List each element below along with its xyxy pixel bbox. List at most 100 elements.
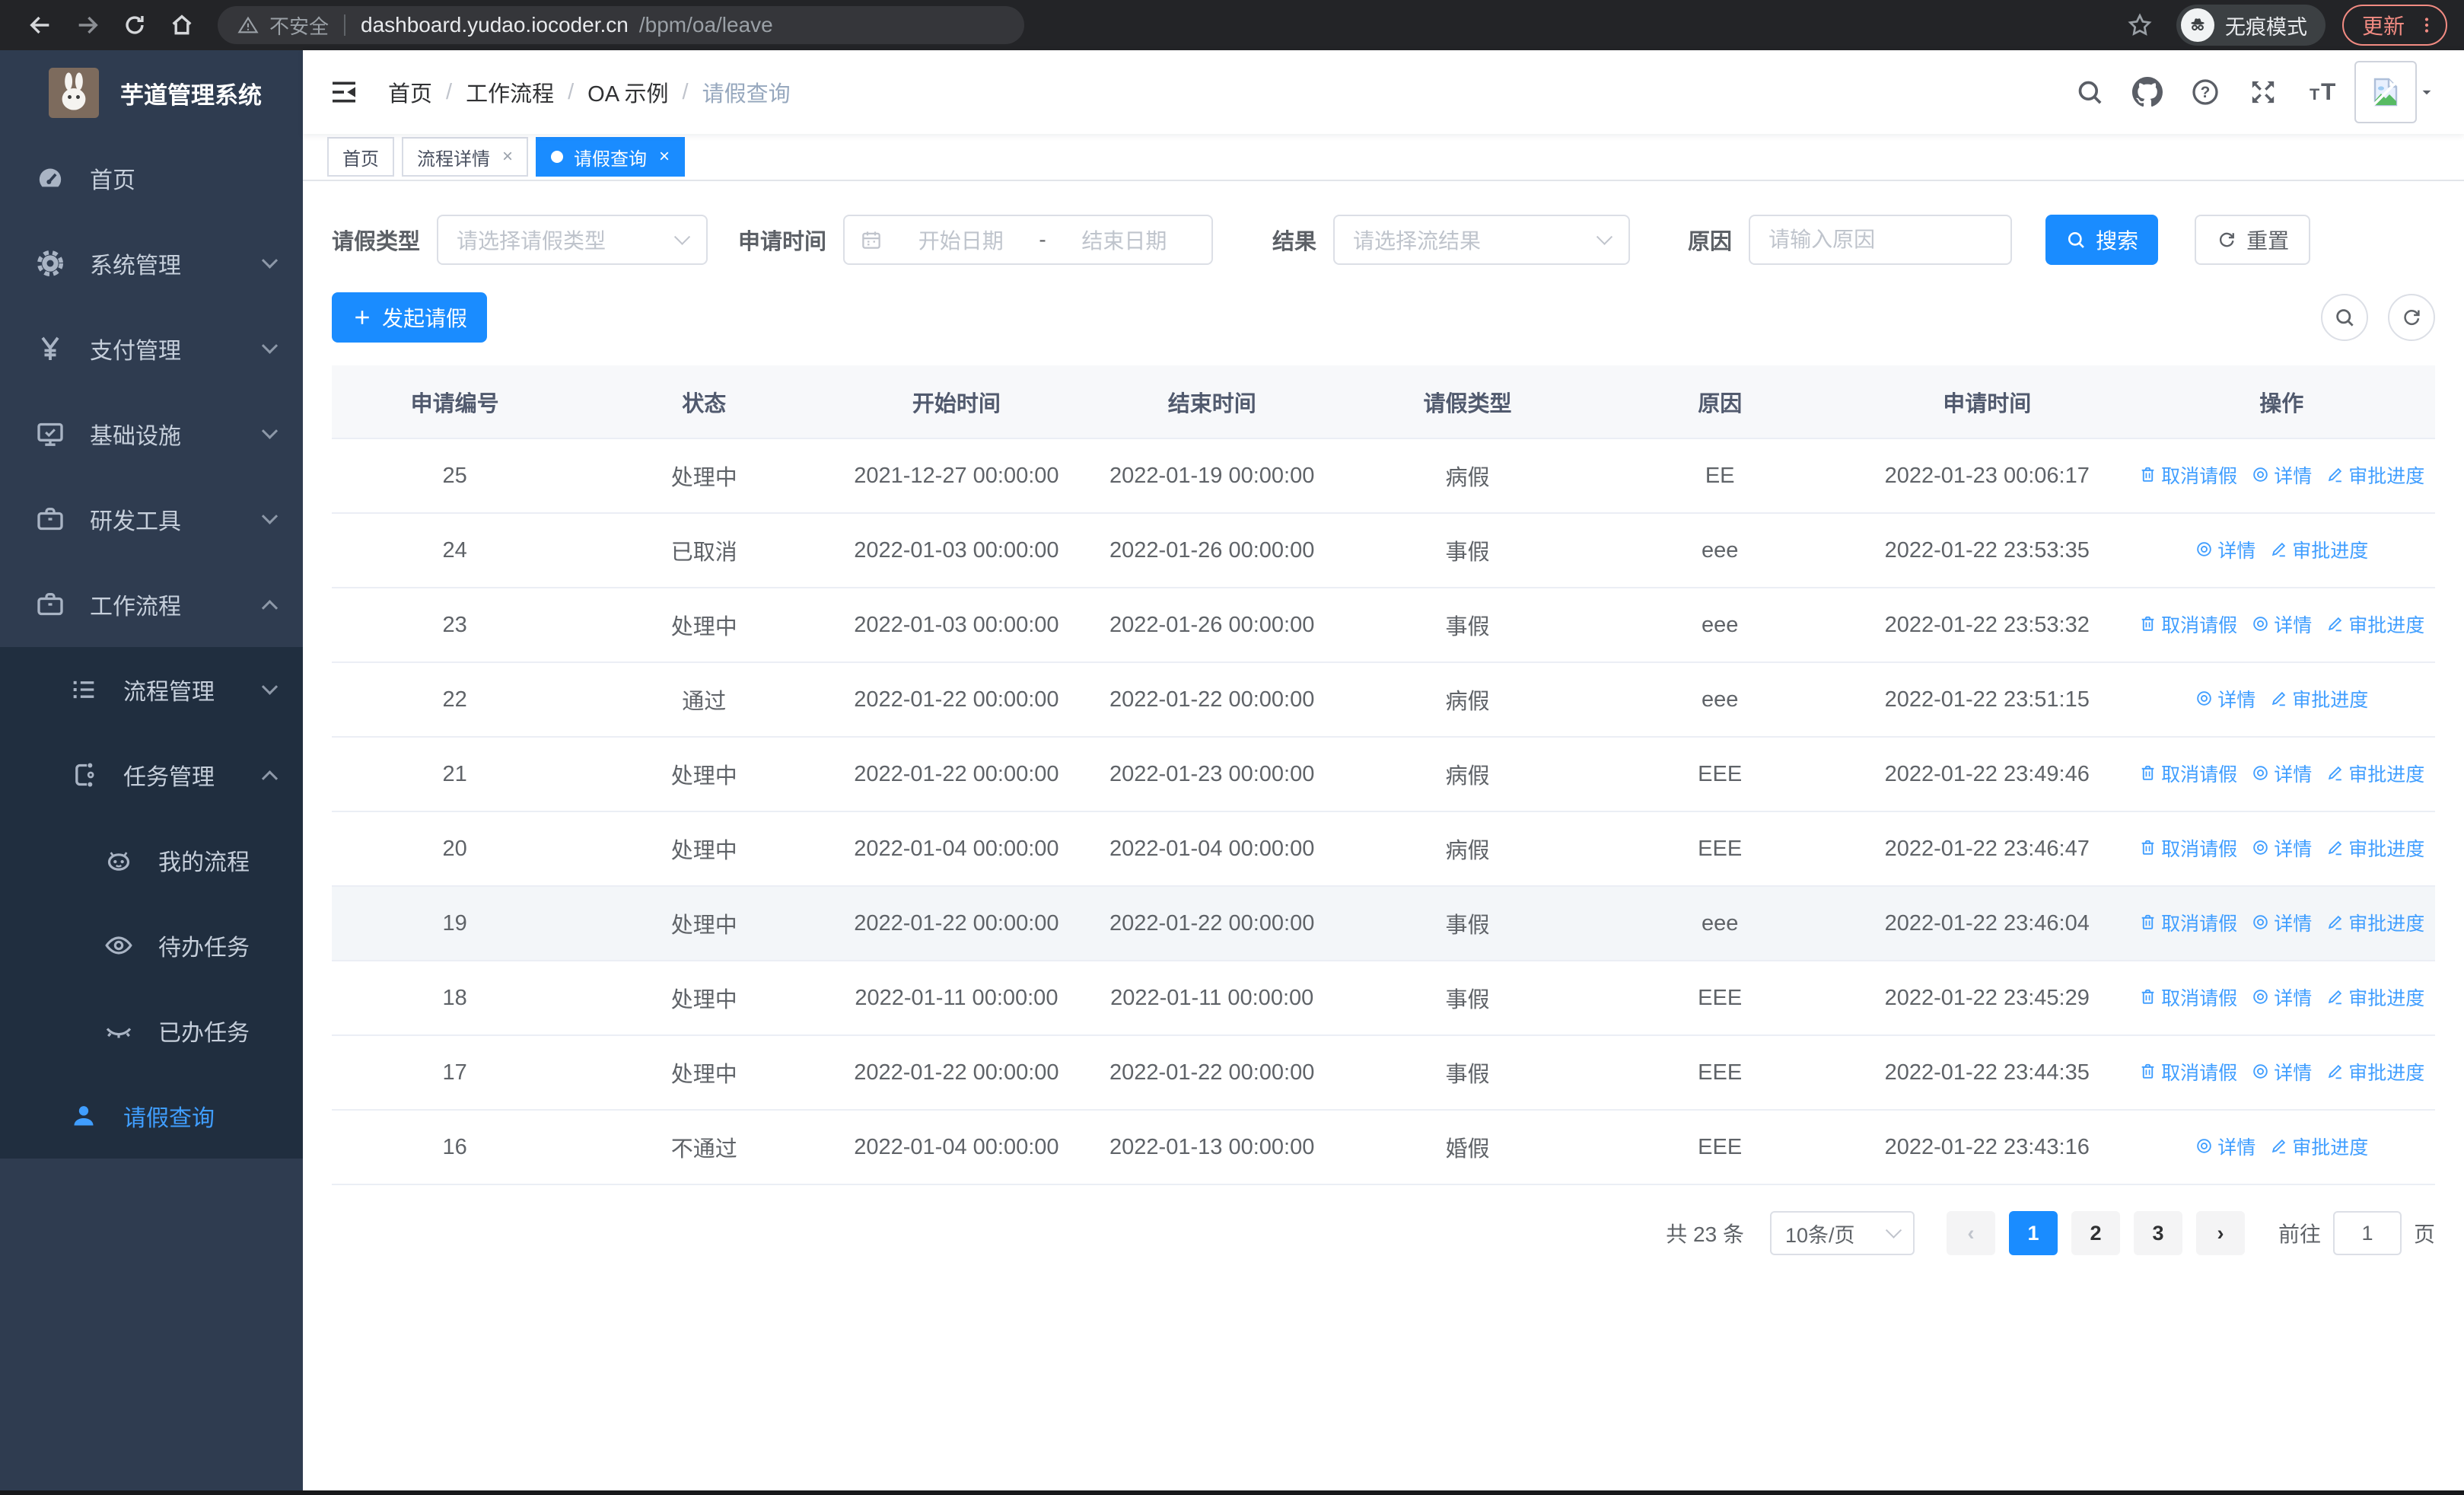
avatar[interactable] — [2354, 61, 2417, 123]
app-logo[interactable]: 芋道管理系统 — [0, 50, 303, 135]
forward-icon[interactable] — [64, 5, 111, 46]
flow-icon — [68, 760, 99, 790]
date-separator: - — [1039, 228, 1046, 251]
action-detail-link[interactable]: 详情 — [2251, 610, 2312, 638]
font-size-icon[interactable]: TT — [2306, 77, 2344, 107]
cell-id: 17 — [332, 1035, 578, 1111]
action-detail-link[interactable]: 详情 — [2195, 536, 2255, 563]
tab-请假查询[interactable]: 请假查询 × — [536, 137, 686, 177]
bookmark-star-icon[interactable] — [2126, 11, 2154, 39]
action-progress-link[interactable]: 审批进度 — [2269, 1133, 2368, 1160]
fullscreen-icon[interactable] — [2248, 77, 2278, 107]
sidebar-item-请假查询[interactable]: 请假查询 — [0, 1073, 303, 1159]
sidebar-item-已办任务[interactable]: 已办任务 — [0, 988, 303, 1073]
goto-page-input[interactable] — [2332, 1211, 2402, 1255]
result-label: 结果 — [1272, 230, 1317, 254]
leave-type-select[interactable]: 请选择请假类型 — [437, 215, 708, 265]
tab-流程详情[interactable]: 流程详情 × — [402, 137, 529, 177]
reason-input[interactable] — [1749, 215, 2013, 265]
goto-label: 前往 — [2278, 1222, 2321, 1246]
tab-首页[interactable]: 首页 — [327, 137, 394, 177]
action-detail-link[interactable]: 详情 — [2251, 1058, 2312, 1085]
sidebar-item-任务管理[interactable]: 任务管理 — [0, 732, 303, 818]
action-cancel-link[interactable]: 取消请假 — [2138, 834, 2237, 862]
cell-apply-time: 2022-01-22 23:53:35 — [1846, 513, 2128, 588]
url-path: /bpm/oa/leave — [638, 13, 773, 37]
prev-page-button[interactable]: ‹ — [1946, 1211, 1995, 1255]
refresh-table-button[interactable] — [2388, 294, 2435, 341]
action-progress-link[interactable]: 审批进度 — [2326, 834, 2424, 862]
action-detail-link[interactable]: 详情 — [2251, 909, 2312, 936]
chevron-down-icon[interactable] — [2417, 82, 2437, 102]
plus-icon — [352, 307, 373, 328]
sidebar-item-我的流程[interactable]: 我的流程 — [0, 818, 303, 903]
action-progress-link[interactable]: 审批进度 — [2269, 685, 2368, 712]
action-detail-link[interactable]: 详情 — [2251, 834, 2312, 862]
hamburger-icon[interactable] — [327, 77, 361, 107]
action-progress-link[interactable]: 审批进度 — [2326, 610, 2424, 638]
reset-button[interactable]: 重置 — [2195, 215, 2311, 265]
page-size-select[interactable]: 10条/页 — [1769, 1211, 1915, 1255]
cell-id: 24 — [332, 513, 578, 588]
action-progress-link[interactable]: 审批进度 — [2326, 1058, 2424, 1085]
help-icon[interactable]: ? — [2190, 77, 2220, 107]
sidebar-item-工作流程[interactable]: 工作流程 — [0, 562, 303, 647]
next-page-button[interactable]: › — [2195, 1211, 2245, 1255]
table-tools — [2321, 294, 2435, 341]
action-progress-link[interactable]: 审批进度 — [2269, 536, 2368, 563]
action-detail-link[interactable]: 详情 — [2195, 1133, 2255, 1160]
back-icon[interactable] — [17, 5, 64, 46]
action-progress-link[interactable]: 审批进度 — [2326, 461, 2424, 489]
action-cancel-link[interactable]: 取消请假 — [2138, 610, 2237, 638]
sidebar-item-系统管理[interactable]: 系统管理 — [0, 221, 303, 306]
detail-icon — [2251, 838, 2270, 857]
sidebar-item-支付管理[interactable]: 支付管理 — [0, 306, 303, 391]
action-progress-link[interactable]: 审批进度 — [2326, 983, 2424, 1011]
page-button-2[interactable]: 2 — [2071, 1211, 2120, 1255]
action-cancel-link[interactable]: 取消请假 — [2138, 760, 2237, 787]
breadcrumb-item[interactable]: OA 示例 — [587, 76, 668, 108]
update-button[interactable]: 更新 — [2341, 5, 2447, 46]
page-content: 请假类型 请选择请假类型 申请时间 开始日期 - 结束日期 结果 请选择流结果 — [303, 181, 2464, 1490]
page-button-1[interactable]: 1 — [2008, 1211, 2058, 1255]
sidebar-item-首页[interactable]: 首页 — [0, 135, 303, 221]
address-bar[interactable]: 不安全 dashboard.yudao.iocoder.cn/bpm/oa/le… — [218, 6, 1024, 44]
search-button[interactable]: 搜索 — [2045, 215, 2159, 265]
pen-icon — [2326, 987, 2345, 1006]
action-progress-link[interactable]: 审批进度 — [2326, 909, 2424, 936]
cell-id: 25 — [332, 438, 578, 514]
sidebar-item-研发工具[interactable]: 研发工具 — [0, 477, 303, 562]
result-select[interactable]: 请选择流结果 — [1333, 215, 1631, 265]
sidebar-item-基础设施[interactable]: 基础设施 — [0, 391, 303, 477]
breadcrumb-item[interactable]: 工作流程 — [466, 76, 554, 108]
action-cancel-link[interactable]: 取消请假 — [2138, 909, 2237, 936]
home-icon[interactable] — [158, 5, 205, 46]
action-cancel-link[interactable]: 取消请假 — [2138, 983, 2237, 1011]
browser-menu-icon[interactable] — [2415, 14, 2438, 37]
sidebar-item-待办任务[interactable]: 待办任务 — [0, 903, 303, 988]
github-icon[interactable] — [2132, 77, 2163, 107]
close-icon[interactable]: × — [502, 146, 513, 167]
action-progress-link[interactable]: 审批进度 — [2326, 760, 2424, 787]
action-detail-link[interactable]: 详情 — [2251, 983, 2312, 1011]
search-icon[interactable] — [2074, 77, 2105, 107]
action-detail-link[interactable]: 详情 — [2251, 461, 2312, 489]
reload-icon[interactable] — [111, 5, 158, 46]
close-icon[interactable]: × — [659, 146, 670, 167]
action-cancel-link[interactable]: 取消请假 — [2138, 461, 2237, 489]
action-detail-link[interactable]: 详情 — [2195, 685, 2255, 712]
toggle-search-button[interactable] — [2321, 294, 2368, 341]
sidebar-item-label: 任务管理 — [123, 765, 215, 790]
action-cancel-link[interactable]: 取消请假 — [2138, 1058, 2237, 1085]
sidebar-item-流程管理[interactable]: 流程管理 — [0, 647, 303, 732]
create-leave-button[interactable]: 发起请假 — [332, 292, 488, 343]
apply-time-range-picker[interactable]: 开始日期 - 结束日期 — [843, 215, 1214, 265]
action-detail-link[interactable]: 详情 — [2251, 760, 2312, 787]
breadcrumb-item[interactable]: 首页 — [388, 76, 432, 108]
cell-start: 2022-01-22 00:00:00 — [830, 1035, 1083, 1111]
security-label: 不安全 — [269, 14, 329, 38]
breadcrumb-separator: / — [568, 79, 575, 104]
not-secure-icon[interactable] — [237, 14, 259, 36]
tab-label: 请假查询 — [574, 148, 648, 170]
page-button-3[interactable]: 3 — [2133, 1211, 2182, 1255]
